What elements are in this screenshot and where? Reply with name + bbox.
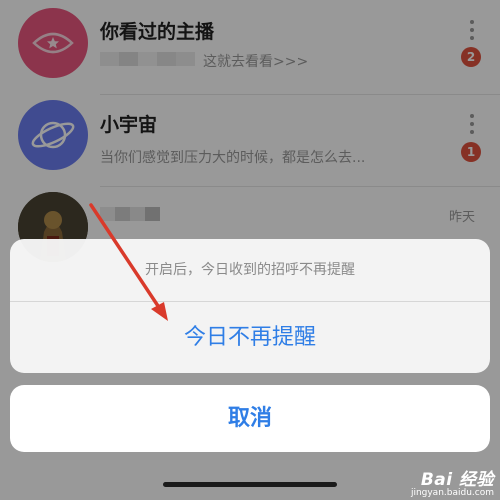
- action-sheet-message: 开启后，今日收到的招呼不再提醒: [145, 262, 355, 278]
- watermark: Bai 经验 jingyan.baidu.com: [411, 465, 494, 498]
- cancel-button[interactable]: 取消: [10, 385, 490, 452]
- watermark-logo: Bai 经验: [420, 470, 494, 490]
- action-sheet: 开启后，今日收到的招呼不再提醒 今日不再提醒: [10, 239, 490, 373]
- cancel-button-label: 取消: [227, 406, 272, 431]
- watermark-url: jingyan.baidu.com: [410, 488, 494, 498]
- home-indicator: [163, 482, 337, 487]
- mute-today-button[interactable]: 今日不再提醒: [10, 302, 490, 373]
